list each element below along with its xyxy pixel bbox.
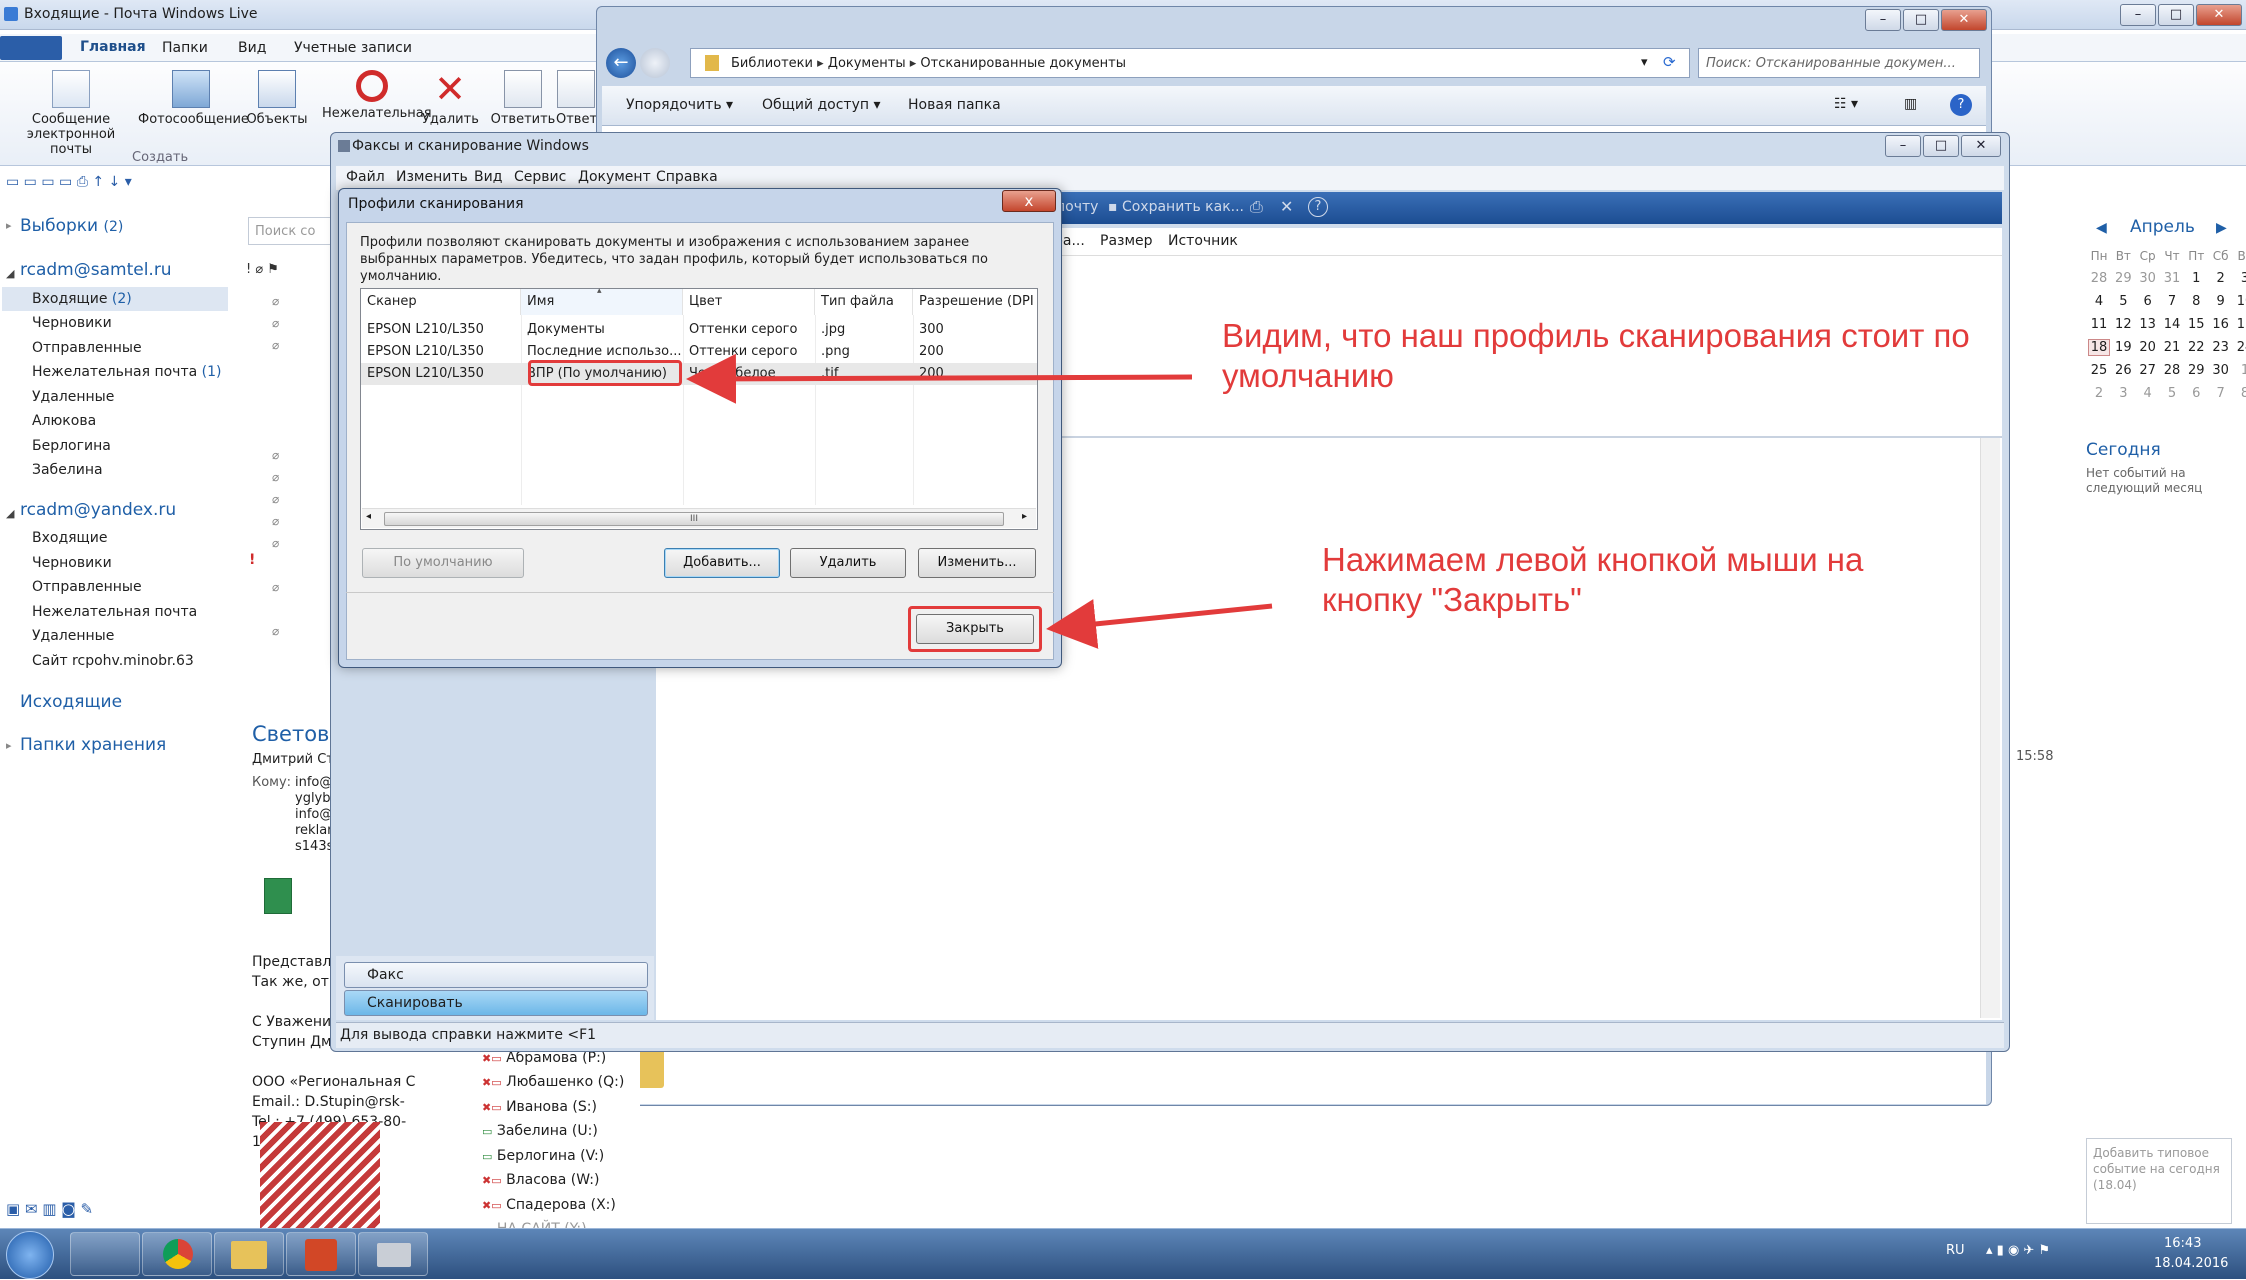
taskbar: RU ▴ ▮ ◉ ✈ ⚑ 16:43 18.04.2016 [0, 1228, 2246, 1279]
language-indicator[interactable]: RU [1946, 1243, 1965, 1258]
annotation-note-click-close: Нажимаем левой кнопкой мыши на кнопку "З… [1322, 541, 1864, 618]
taskbar-windows-live-mail[interactable] [70, 1232, 140, 1276]
clock-date[interactable]: 18.04.2016 [2154, 1256, 2228, 1271]
folder-icon [231, 1241, 267, 1269]
taskbar-powerpoint[interactable] [286, 1232, 356, 1276]
taskbar-chrome[interactable] [142, 1232, 212, 1276]
annotation-note-default-profile: Видим, что наш профиль сканирования стои… [1222, 317, 1970, 394]
tray-icons[interactable]: ▴ ▮ ◉ ✈ ⚑ [1986, 1243, 2050, 1258]
system-tray: RU ▴ ▮ ◉ ✈ ⚑ 16:43 18.04.2016 [1946, 1229, 2246, 1280]
taskbar-explorer[interactable] [214, 1232, 284, 1276]
chrome-icon [163, 1239, 193, 1269]
annotation-arrow-1 [686, 353, 1193, 404]
printer-icon [377, 1243, 411, 1267]
clock-time[interactable]: 16:43 [2164, 1236, 2201, 1251]
taskbar-fax-scan[interactable] [358, 1232, 428, 1276]
annotation-arrows [686, 353, 1273, 649]
powerpoint-icon [305, 1239, 337, 1271]
annotation-arrow-2 [1046, 599, 1273, 649]
start-button[interactable] [6, 1231, 54, 1279]
